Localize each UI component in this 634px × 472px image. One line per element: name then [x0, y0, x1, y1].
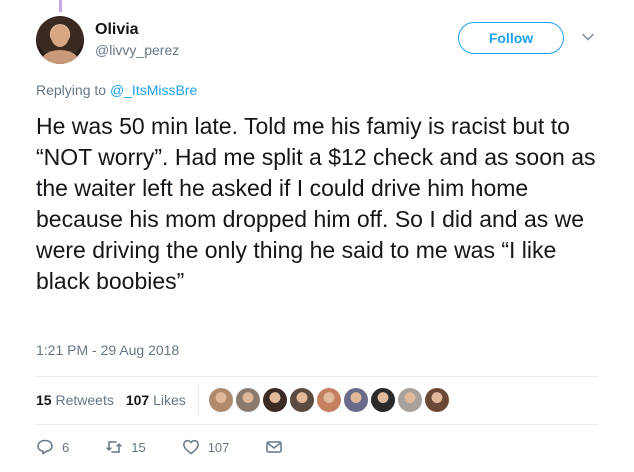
heart-icon — [182, 439, 199, 455]
retweets-label: Retweets — [55, 392, 114, 408]
thread-connector-line — [59, 0, 62, 12]
liker-avatar[interactable] — [289, 388, 314, 412]
stats-separator — [197, 385, 199, 415]
tweet-timestamp[interactable]: 1:21 PM - 29 Aug 2018 — [36, 342, 179, 358]
avatar-shoulder — [42, 50, 78, 64]
liker-avatar[interactable] — [424, 388, 449, 412]
liker-avatars — [208, 388, 452, 412]
retweet-count: 15 — [131, 439, 146, 455]
liker-avatar[interactable] — [208, 388, 233, 412]
tweet-text: He was 50 min late. Told me his famiy is… — [36, 113, 602, 294]
liker-avatar[interactable] — [397, 388, 422, 412]
follow-button[interactable]: Follow — [458, 22, 564, 54]
retweets-count: 15 — [36, 392, 52, 408]
liker-avatar[interactable] — [316, 388, 341, 412]
avatar[interactable] — [36, 16, 84, 64]
reply-mention-link[interactable]: @_ItsMissBre — [110, 82, 197, 98]
likes-label: Likes — [153, 392, 186, 408]
avatar-face — [51, 25, 69, 47]
liker-avatar[interactable] — [235, 388, 260, 412]
replying-to-prefix: Replying to — [36, 82, 107, 98]
likes-stat[interactable]: 107 Likes — [126, 392, 186, 408]
tweet-stats: 15 Retweets 107 Likes — [36, 385, 452, 415]
message-icon — [266, 441, 283, 453]
reply-count: 6 — [62, 439, 70, 455]
like-count: 107 — [207, 439, 230, 455]
divider-bottom — [36, 424, 598, 425]
tweet-header: Olivia @livvy_perez Follow — [36, 16, 604, 68]
divider-top — [36, 376, 598, 377]
retweets-stat[interactable]: 15 Retweets — [36, 392, 114, 408]
liker-avatar[interactable] — [343, 388, 368, 412]
liker-avatar[interactable] — [370, 388, 395, 412]
tweet-actions: 6 15 107 — [36, 437, 327, 457]
replying-to: Replying to @_ItsMissBre — [36, 82, 197, 98]
liker-avatar[interactable] — [262, 388, 287, 412]
display-name[interactable]: Olivia — [95, 20, 179, 40]
retweet-icon — [106, 441, 122, 453]
likes-count: 107 — [125, 392, 150, 408]
caret-down-icon[interactable] — [581, 30, 595, 44]
message-action[interactable] — [265, 438, 291, 456]
user-handle[interactable]: @livvy_perez — [95, 40, 179, 60]
like-action[interactable]: 107 — [182, 438, 230, 456]
reply-icon — [37, 439, 53, 455]
user-names: Olivia @livvy_perez — [95, 20, 179, 60]
reply-action[interactable]: 6 — [36, 438, 69, 456]
retweet-action[interactable]: 15 — [105, 438, 146, 456]
